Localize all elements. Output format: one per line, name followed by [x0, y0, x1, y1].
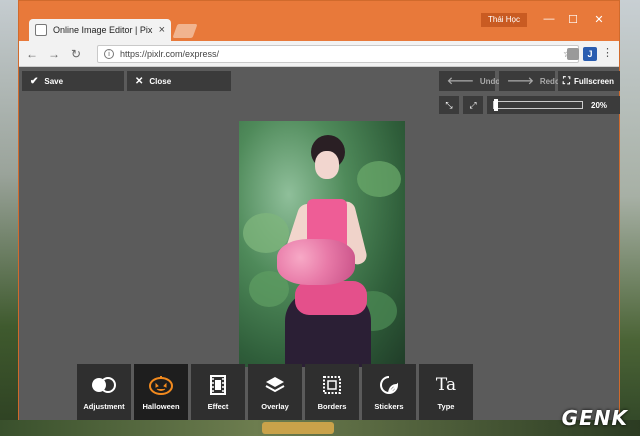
arrow-right-icon: 🡒 — [507, 76, 534, 87]
extension-j-icon[interactable]: J — [583, 47, 597, 61]
close-icon: ✕ — [135, 75, 144, 87]
redo-button[interactable]: 🡒 Redo — [499, 71, 560, 91]
tool-halloween[interactable]: Halloween — [134, 364, 188, 420]
actual-size-button[interactable]: ⤢ — [463, 96, 483, 114]
maximize-icon[interactable]: ☐ — [565, 13, 581, 26]
face — [315, 151, 339, 179]
tool-label: Type — [437, 401, 455, 411]
canvas-image[interactable] — [239, 121, 405, 367]
undo-label: Undo — [479, 76, 501, 86]
profile-badge[interactable]: Thái Học — [480, 13, 527, 27]
tool-label: Effect — [207, 401, 229, 411]
tool-label: Overlay — [261, 401, 289, 411]
pumpkin-icon — [148, 374, 174, 396]
fullscreen-button[interactable]: ⛶ Fullscreen — [558, 71, 620, 91]
tool-overlay[interactable]: Overlay — [248, 364, 302, 420]
image-editor: ✔ Save ✕ Close 🡐 Undo 🡒 Redo ⛶ Fullscree… — [19, 68, 620, 420]
undo-button[interactable]: 🡐 Undo — [439, 71, 500, 91]
tool-stickers[interactable]: Stickers — [362, 364, 416, 420]
tool-label: Halloween — [142, 401, 180, 411]
tool-label: Borders — [317, 401, 347, 411]
actual-size-icon: ⤢ — [469, 99, 477, 110]
tab-title: Online Image Editor | Pix — [53, 25, 153, 35]
tool-label: Stickers — [374, 401, 404, 411]
fit-screen-button[interactable]: ⤡ — [439, 96, 459, 114]
browser-window: Online Image Editor | Pix × Thái Học — ☐… — [18, 0, 620, 420]
zoom-value: 20% — [591, 100, 608, 110]
desktop-background-right — [620, 0, 640, 436]
back-icon[interactable]: ← — [25, 47, 39, 61]
adjustment-icon — [91, 374, 117, 396]
film-icon — [208, 374, 228, 396]
tool-adjustment[interactable]: Adjustment — [77, 364, 131, 420]
fit-icon: ⤡ — [445, 99, 453, 110]
new-tab-button[interactable] — [172, 24, 198, 38]
reload-icon[interactable]: ↻ — [69, 47, 83, 61]
fullscreen-label: Fullscreen — [574, 76, 615, 86]
tool-type[interactable]: Ta Type — [419, 364, 473, 420]
desktop-decoration — [262, 422, 334, 434]
forward-icon[interactable]: → — [47, 47, 61, 61]
tab-close-icon[interactable]: × — [159, 24, 165, 36]
close-label: Close — [149, 76, 172, 86]
genk-watermark: GENK — [561, 406, 628, 430]
border-icon — [322, 374, 342, 396]
type-icon: Ta — [435, 374, 457, 395]
close-button[interactable]: ✕ Close — [127, 71, 231, 91]
tool-label: Adjustment — [83, 401, 125, 411]
dress-sash — [295, 281, 367, 315]
minimize-icon[interactable]: — — [541, 13, 557, 25]
browser-tab[interactable]: Online Image Editor | Pix × — [29, 19, 171, 41]
menu-icon[interactable]: ⋮ — [602, 46, 613, 59]
tools-toolbar: Adjustment Halloween Effect Overlay Bord… — [77, 364, 473, 420]
url-text: https://pixlr.com/express/ — [120, 49, 220, 59]
zoom-slider-handle[interactable] — [494, 99, 498, 111]
tool-effect[interactable]: Effect — [191, 364, 245, 420]
lotus-leaf — [357, 161, 401, 197]
extension-icon[interactable] — [567, 48, 579, 60]
site-info-icon[interactable]: i — [104, 49, 114, 59]
page-icon — [35, 24, 47, 36]
window-close-icon[interactable]: ✕ — [591, 13, 607, 26]
layers-icon — [264, 374, 286, 396]
arrow-left-icon: 🡐 — [447, 76, 474, 87]
zoom-slider[interactable] — [493, 99, 583, 111]
redo-label: Redo — [539, 76, 560, 86]
title-bar: Online Image Editor | Pix × Thái Học — ☐… — [19, 1, 619, 41]
url-field[interactable]: i https://pixlr.com/express/ ☆ — [97, 45, 579, 63]
sticker-icon — [379, 374, 399, 396]
zoom-control: 20% — [487, 96, 620, 114]
tool-borders[interactable]: Borders — [305, 364, 359, 420]
save-button[interactable]: ✔ Save — [22, 71, 124, 91]
lotus-bouquet — [277, 239, 355, 285]
desktop-background-left — [0, 0, 18, 436]
address-bar: ← → ↻ i https://pixlr.com/express/ ☆ J ⋮ — [19, 41, 619, 67]
fullscreen-icon: ⛶ — [563, 75, 570, 87]
save-label: Save — [44, 76, 64, 86]
check-icon: ✔ — [30, 75, 39, 87]
